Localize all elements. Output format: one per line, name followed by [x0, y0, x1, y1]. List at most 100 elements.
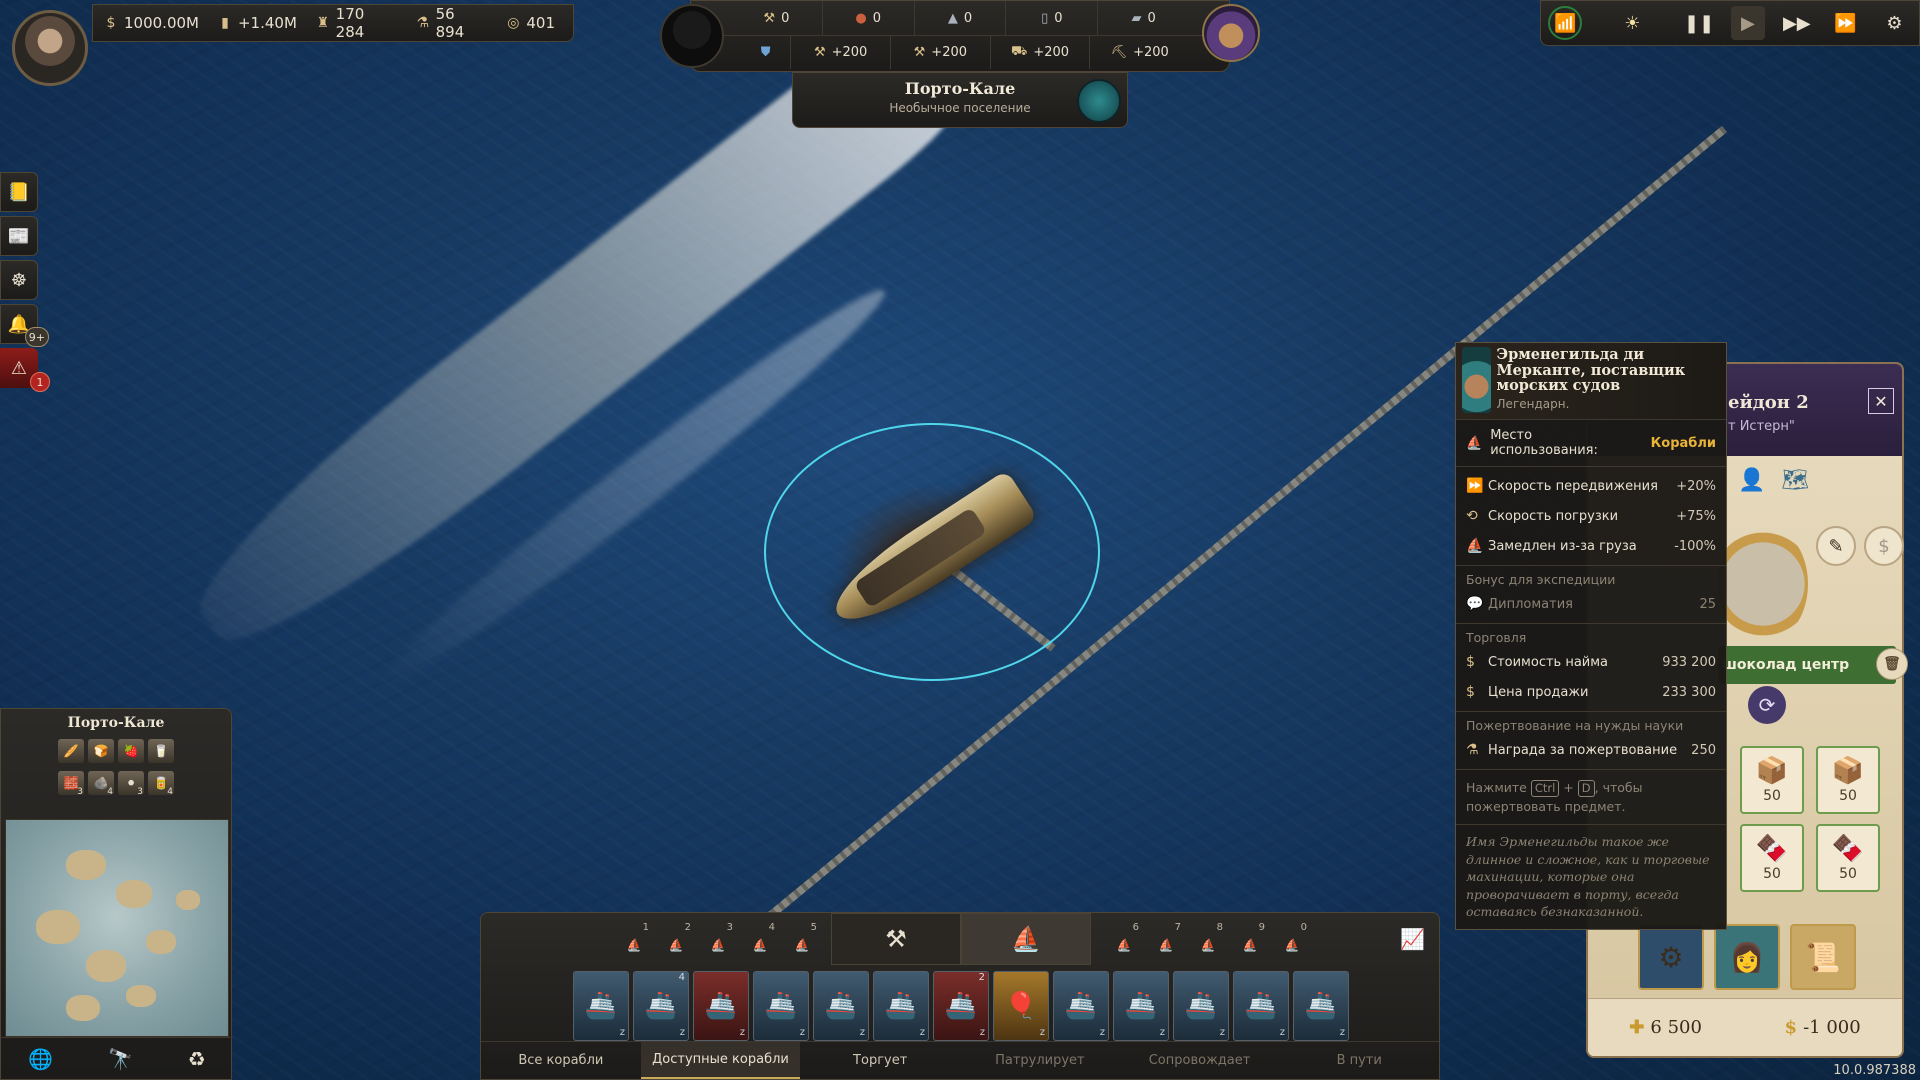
palace-icon[interactable] — [1202, 4, 1260, 62]
sell-dollar-icon[interactable]: $ — [1864, 526, 1904, 566]
storage-barrel[interactable]: ▯ 0 — [1006, 1, 1099, 35]
ship-card[interactable]: 🚢 4 z — [633, 971, 689, 1041]
ship-card[interactable]: 🚢 z — [1293, 971, 1349, 1041]
good-milk[interactable]: 🥛 — [148, 739, 174, 763]
tooltip-title-block: Эрменегильда ди Мерканте, поставщик морс… — [1497, 347, 1720, 413]
ship-group-slot[interactable]: ⛵ 2 — [663, 922, 691, 952]
settlement-emblem-icon[interactable] — [1077, 79, 1121, 123]
player-avatar[interactable] — [12, 10, 88, 86]
flask-icon: ⚗ — [1466, 742, 1479, 758]
binoculars-icon[interactable]: 🔭 — [108, 1047, 133, 1071]
storage-cannon[interactable]: ⚒ 0 — [731, 1, 823, 35]
alert-warning-icon[interactable]: ⚠ 1 — [0, 348, 50, 392]
bonus-cart[interactable]: ⛟ +200 — [991, 36, 1091, 69]
filter-all-ships[interactable]: Все корабли — [481, 1042, 641, 1079]
dollar-icon: $ — [1784, 1017, 1798, 1038]
storage-crate[interactable]: ▰ 0 — [1098, 1, 1189, 35]
map-icon[interactable]: 🗺 — [1781, 468, 1809, 493]
good-loaf[interactable]: 🍞 — [88, 739, 114, 763]
ships-tab-sail-icon[interactable]: ⛵ — [961, 913, 1091, 965]
ship-group-slot[interactable]: ⛵ 9 — [1237, 922, 1265, 952]
journal-icon[interactable]: 📰 — [0, 216, 38, 256]
trade-row: $ Цена продажи 233 300 — [1456, 677, 1726, 707]
balance-resource[interactable]: ▮ +1.40M — [217, 14, 297, 32]
play-button[interactable]: ▶ — [1730, 6, 1765, 40]
globe-icon[interactable]: 🌐 — [28, 1047, 53, 1071]
population-resource[interactable]: ♜ 170 284 — [315, 5, 397, 41]
cargo-qty: 50 — [1763, 788, 1781, 804]
notification-bell-icon[interactable]: 🔔 9+ — [0, 304, 49, 347]
ship-card[interactable]: 🚢 z — [1173, 971, 1229, 1041]
cargo-slot[interactable]: 📦 50 — [1816, 746, 1880, 814]
cargo-slot[interactable]: 📦 50 — [1740, 746, 1804, 814]
fast-forward-button[interactable]: ▶▶ — [1780, 6, 1814, 40]
construction-tab-hammer-icon[interactable]: ⚒ — [831, 913, 961, 965]
good-bread[interactable]: 🥖 — [58, 739, 84, 763]
good-canned[interactable]: 🥫 4 — [148, 771, 174, 797]
governor-portrait[interactable] — [660, 4, 724, 68]
minimap[interactable] — [5, 819, 229, 1037]
wifi-icon[interactable]: 📶 — [1548, 6, 1583, 40]
close-icon[interactable]: ✕ — [1868, 388, 1894, 414]
ship-card[interactable]: 🚢 z — [1053, 971, 1109, 1041]
filter-in-transit[interactable]: В пути — [1279, 1042, 1439, 1079]
ship-group-slot[interactable]: ⛵ 5 — [789, 922, 817, 952]
ship-card[interactable]: 🚢 z — [753, 971, 809, 1041]
ship-group-slot[interactable]: ⛵ 4 — [747, 922, 775, 952]
good-berries[interactable]: 🍓 — [118, 739, 144, 763]
settlement-label[interactable]: Порто-Кале Необычное поселение — [792, 72, 1128, 128]
storage-anvil[interactable]: ▲ 0 — [915, 1, 1007, 35]
ship-card[interactable]: 🚢 z — [813, 971, 869, 1041]
ship-card[interactable]: 🚢 z — [1233, 971, 1289, 1041]
item-merchant-portrait[interactable]: 👩 — [1714, 924, 1780, 990]
item-engine-icon[interactable]: ⚙ — [1638, 924, 1704, 990]
research-resource[interactable]: ⚗ 56 894 — [415, 5, 488, 41]
bonus-wrench[interactable]: ⚒ +200 — [791, 36, 891, 69]
ship-group-slot[interactable]: ⛵ 0 — [1279, 922, 1307, 952]
influence-resource[interactable]: ◎ 401 — [505, 14, 555, 32]
bonus-hammer[interactable]: ⚒ +200 — [891, 36, 991, 69]
good-stone[interactable]: 🪨 4 — [88, 771, 114, 797]
storage-meat[interactable]: ● 0 — [823, 1, 915, 35]
bonus-pickaxe[interactable]: ⛏ +200 — [1090, 36, 1189, 69]
fastest-forward-button[interactable]: ⏩ — [1829, 6, 1863, 40]
ship-group-slot[interactable]: ⛵ 8 — [1195, 922, 1223, 952]
item-map-scroll-icon[interactable]: 📜 — [1790, 924, 1856, 990]
cargo-slot[interactable]: 🍫 50 — [1816, 824, 1880, 892]
cargo-slot[interactable]: 🍫 50 — [1740, 824, 1804, 892]
delete-route-icon[interactable]: 🗑 — [1876, 648, 1908, 680]
quest-book-icon[interactable]: 📒 — [0, 172, 38, 212]
ship-group-slot[interactable]: ⛵ 6 — [1111, 922, 1139, 952]
crew-icon[interactable]: 👤 — [1738, 468, 1765, 493]
filter-patrolling[interactable]: Патрулирует — [960, 1042, 1120, 1079]
bonus-row: ⛊ ⚒ +200 ⚒ +200 ⛟ +200 ⛏ +200 — [691, 35, 1229, 69]
ship-card[interactable]: 🚢 z — [573, 971, 629, 1041]
ship-card[interactable]: 🚢 z — [1113, 971, 1169, 1041]
speed-icon: ⏩ — [1466, 478, 1484, 494]
ship-wheel-icon[interactable]: ☸ — [0, 260, 38, 300]
refresh-route-icon[interactable]: ⟳ — [1748, 686, 1786, 724]
rename-pen-icon[interactable]: ✎ — [1816, 526, 1856, 566]
ship-card[interactable]: 🚢 2 z — [933, 971, 989, 1041]
usage-label: Место использования: — [1490, 428, 1598, 458]
good-coal[interactable]: ⚫ 3 — [118, 771, 144, 797]
ship-card[interactable]: 🚢 z — [873, 971, 929, 1041]
ship-group-slot[interactable]: ⛵ 3 — [705, 922, 733, 952]
day-night-icon[interactable]: ☀ — [1597, 6, 1667, 40]
filter-trading[interactable]: Торгует — [800, 1042, 960, 1079]
money-resource[interactable]: $ 1000.00M — [103, 14, 199, 32]
ship-group-slot[interactable]: ⛵ 1 — [621, 922, 649, 952]
pause-button[interactable]: ❚❚ — [1682, 6, 1716, 40]
airship-card[interactable]: 🎈 z — [993, 971, 1049, 1041]
filter-escorting[interactable]: Сопровождает — [1120, 1042, 1280, 1079]
filter-available-ships[interactable]: Доступные корабли — [640, 1042, 801, 1079]
ship-group-slot[interactable]: ⛵ 7 — [1153, 922, 1181, 952]
trade-route-bar[interactable]: шоколад центр 🗑 — [1718, 646, 1908, 684]
good-bricks[interactable]: 🧱 3 — [58, 771, 84, 797]
ship-card[interactable]: 🚢 z — [693, 971, 749, 1041]
hint-key-d: D — [1577, 780, 1595, 797]
shield-cell[interactable]: ⛊ — [741, 36, 792, 69]
statistics-chart-icon[interactable]: 📈 — [1400, 927, 1425, 951]
settings-gear-icon[interactable]: ⚙ — [1877, 6, 1911, 40]
route-icon[interactable]: ♻ — [188, 1047, 206, 1071]
